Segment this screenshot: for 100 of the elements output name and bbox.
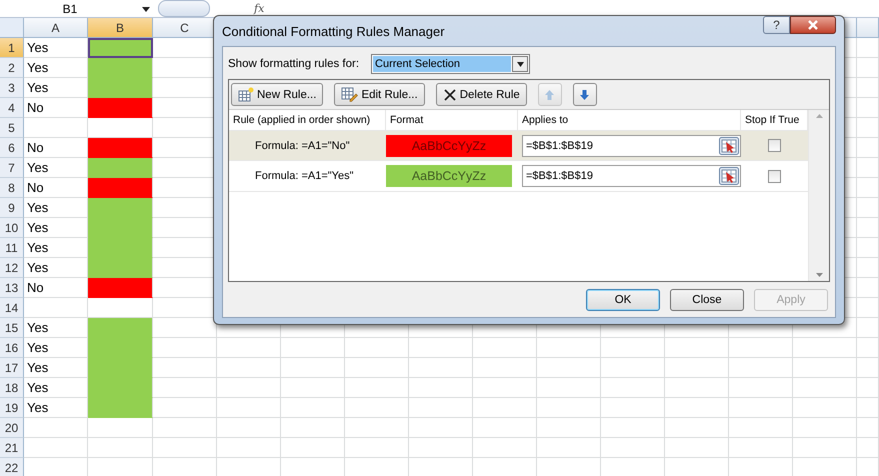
row-header[interactable]: 13 [0,278,24,298]
row-header[interactable]: 4 [0,98,24,118]
table-cell [153,418,217,438]
range-picker-icon[interactable] [719,136,739,154]
table-cell [88,438,153,458]
column-header[interactable]: A [24,18,88,38]
applies-to-field[interactable]: =$B$1:$B$19 [522,165,741,187]
row-header[interactable]: 3 [0,78,24,98]
row-header[interactable]: 14 [0,298,24,318]
table-cell [793,358,857,378]
table-cell [281,378,345,398]
delete-rule-button[interactable]: Delete Rule [436,83,527,106]
table-cell [601,378,665,398]
table-cell [665,358,729,378]
move-up-button[interactable] [538,83,562,106]
table-cell [601,398,665,418]
table-cell [537,418,601,438]
table-cell [409,398,473,418]
table-cell [857,78,879,98]
table-cell [857,238,879,258]
table-cell [729,378,793,398]
table-cell [857,338,879,358]
format-preview: AaBbCcYyZz [386,134,512,156]
column-header[interactable] [857,18,879,38]
dialog-button[interactable]: Close [670,289,744,311]
table-cell [537,438,601,458]
table-cell [153,378,217,398]
close-button[interactable] [790,16,836,34]
scroll-down-icon[interactable] [816,273,822,277]
row-header[interactable]: 18 [0,378,24,398]
row-header[interactable]: 10 [0,218,24,238]
row-header[interactable]: 15 [0,318,24,338]
row-header[interactable]: 11 [0,238,24,258]
row-header[interactable]: 20 [0,418,24,438]
new-rule-button[interactable]: New Rule... [231,83,324,106]
row-header[interactable]: 8 [0,178,24,198]
table-cell [601,338,665,358]
table-cell [793,418,857,438]
stop-if-true-checkbox[interactable] [768,170,781,182]
dropdown-caret-icon [516,62,524,66]
table-cell [857,178,879,198]
dialog-button[interactable]: OK [586,289,660,311]
row-header[interactable]: 5 [0,118,24,138]
table-cell [281,438,345,458]
stop-if-true-checkbox[interactable] [768,139,781,152]
table-cell [857,258,879,278]
table-cell [473,378,537,398]
select-all-corner[interactable] [0,18,24,38]
row-header[interactable]: 6 [0,138,24,158]
row-header[interactable]: 16 [0,338,24,358]
row-header[interactable]: 9 [0,198,24,218]
edit-rule-icon [341,87,358,102]
table-cell [537,398,601,418]
show-rules-label: Show formatting rules for: [228,58,360,70]
row-header[interactable]: 22 [0,458,24,476]
table-cell [665,438,729,458]
rule-formula: Formula: =A1="Yes" [254,170,355,182]
table-cell [281,418,345,438]
new-rule-icon [238,87,254,102]
table-cell [665,418,729,438]
table-cell [665,338,729,358]
close-icon [807,20,819,30]
table-cell [409,438,473,458]
scrollbar[interactable] [808,110,829,281]
window-title: Conditional Formatting Rules Manager [222,24,445,38]
table-cell [857,198,879,218]
table-cell [281,358,345,378]
row-header[interactable]: 12 [0,258,24,278]
table-cell [793,338,857,358]
scope-dropdown[interactable]: Current Selection [371,54,530,74]
table-cell [345,418,409,438]
scroll-up-icon[interactable] [816,114,822,118]
row-header[interactable]: 1 [0,38,24,58]
expand-button[interactable] [158,0,210,17]
row-header[interactable]: 17 [0,358,24,378]
row-header[interactable]: 19 [0,398,24,418]
table-cell [217,358,281,378]
applies-to-field[interactable]: =$B$1:$B$19 [522,134,741,156]
row-header[interactable]: 7 [0,158,24,178]
table-cell [473,438,537,458]
name-box[interactable]: B1 [0,2,140,16]
table-cell [857,298,879,318]
table-cell [345,398,409,418]
table-cell [88,418,153,438]
range-picker-icon[interactable] [719,167,739,185]
insert-function-label[interactable]: fx [254,2,264,15]
table-cell [345,378,409,398]
table-cell [409,418,473,438]
edit-rule-button[interactable]: Edit Rule... [334,83,425,106]
dropdown-caret-icon[interactable] [142,4,150,12]
help-button[interactable]: ? [763,16,790,34]
table-cell [345,438,409,458]
table-cell [217,438,281,458]
column-header[interactable]: B [88,18,153,38]
table-cell [729,338,793,358]
move-down-button[interactable] [572,83,597,106]
row-header[interactable]: 21 [0,438,24,458]
table-cell [857,158,879,178]
row-header[interactable]: 2 [0,58,24,78]
rule-row[interactable]: Formula: =A1="No" AaBbCcYyZz =$B$1:$B$19 [229,131,808,161]
